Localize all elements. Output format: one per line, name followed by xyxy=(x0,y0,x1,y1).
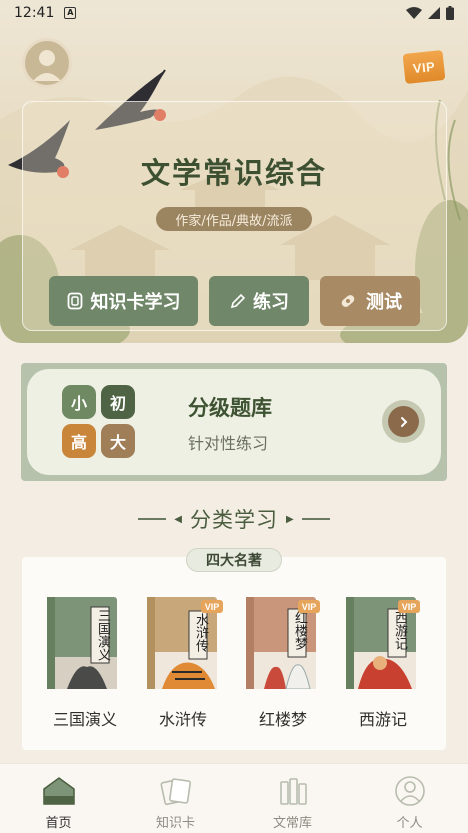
level-tile-primary: 小 xyxy=(62,385,96,419)
test-button[interactable]: 测试 xyxy=(320,276,420,326)
wifi-icon xyxy=(406,7,422,19)
status-bar: 12:41 A xyxy=(0,0,468,26)
nav-knowledge-card-label: 知识卡 xyxy=(155,816,195,831)
card-icon xyxy=(67,292,82,310)
bottom-navigation: 首页 知识卡 文常库 个人 xyxy=(0,763,468,833)
book-cover-title-honglou: 红楼梦 xyxy=(292,611,307,650)
level-bank-go-button[interactable] xyxy=(382,400,425,443)
category-section-heading: ◀ 分类学习 ▶ xyxy=(0,504,468,534)
heading-arrow-right-icon: ▶ xyxy=(286,513,294,525)
library-books-icon xyxy=(279,778,307,805)
practice-label: 练习 xyxy=(253,292,289,313)
book-honglou[interactable]: 红楼梦 VIP xyxy=(246,597,320,690)
vip-tag-honglou: VIP xyxy=(298,600,320,613)
hero-tag: 作家/作品/典故/流派 xyxy=(156,207,312,231)
heading-line-right xyxy=(301,518,330,520)
nav-literature-library[interactable]: 文常库 xyxy=(234,764,351,833)
book-title-xiyou[interactable]: 西游记 xyxy=(333,706,433,730)
nav-literature-library-label: 文常库 xyxy=(272,816,312,831)
book-title-sanguo[interactable]: 三国演义 xyxy=(35,706,135,730)
vip-tag-shuihu: VIP xyxy=(201,600,223,613)
level-tile-senior: 高 xyxy=(62,424,96,458)
practice-button[interactable]: 练习 xyxy=(209,276,309,326)
book-cover-title-shuihu: 水浒传 xyxy=(193,613,208,652)
battery-icon xyxy=(446,6,454,20)
nav-profile[interactable]: 个人 xyxy=(351,764,468,833)
user-avatar[interactable] xyxy=(22,38,72,88)
pencil-icon xyxy=(230,293,245,309)
hero-banner: VIP 文学常识综合 作家/作品/典故/流派 知识卡学习 练习 测试 xyxy=(0,0,468,343)
book-cover-title-xiyou: 西游记 xyxy=(392,611,407,650)
notification-icon: A xyxy=(64,7,77,19)
cards-icon xyxy=(159,778,191,806)
section-title: 分类学习 xyxy=(190,508,278,532)
test-label: 测试 xyxy=(366,292,402,313)
status-time: 12:41 xyxy=(14,5,55,21)
profile-icon xyxy=(394,776,425,806)
knowledge-card-study-button[interactable]: 知识卡学习 xyxy=(49,276,198,326)
book-xiyou[interactable]: 西游记 VIP xyxy=(346,597,420,689)
level-bank-subtitle: 针对性练习 xyxy=(188,434,269,453)
nav-knowledge-card[interactable]: 知识卡 xyxy=(117,764,234,833)
home-icon xyxy=(42,777,75,805)
nav-home[interactable]: 首页 xyxy=(0,764,117,833)
knowledge-card-study-label: 知识卡学习 xyxy=(90,292,181,313)
nav-home-label: 首页 xyxy=(45,816,72,831)
book-cover-title-sanguo: 三国演义 xyxy=(95,609,110,661)
book-sanguo[interactable]: 三国演义 xyxy=(47,597,117,689)
book-title-shuihu[interactable]: 水浒传 xyxy=(133,706,233,730)
level-tile-junior: 初 xyxy=(101,385,135,419)
book-shuihu[interactable]: 水浒传 VIP xyxy=(147,597,223,689)
level-bank-title: 分级题库 xyxy=(188,396,272,420)
heading-line-left xyxy=(138,518,167,520)
nav-profile-label: 个人 xyxy=(396,816,423,831)
level-tile-university: 大 xyxy=(101,424,135,458)
scroll-icon xyxy=(341,295,355,307)
person-icon xyxy=(33,50,61,81)
vip-badge[interactable]: VIP xyxy=(402,49,446,85)
chevron-right-icon xyxy=(400,416,407,427)
heading-arrow-left-icon: ◀ xyxy=(174,513,182,525)
hero-title: 文学常识综合 xyxy=(140,156,327,190)
signal-icon xyxy=(428,7,440,19)
four-classics-tag: 四大名著 xyxy=(186,548,282,572)
book-title-honglou[interactable]: 红楼梦 xyxy=(233,706,333,730)
vip-tag-xiyou: VIP xyxy=(398,600,420,613)
